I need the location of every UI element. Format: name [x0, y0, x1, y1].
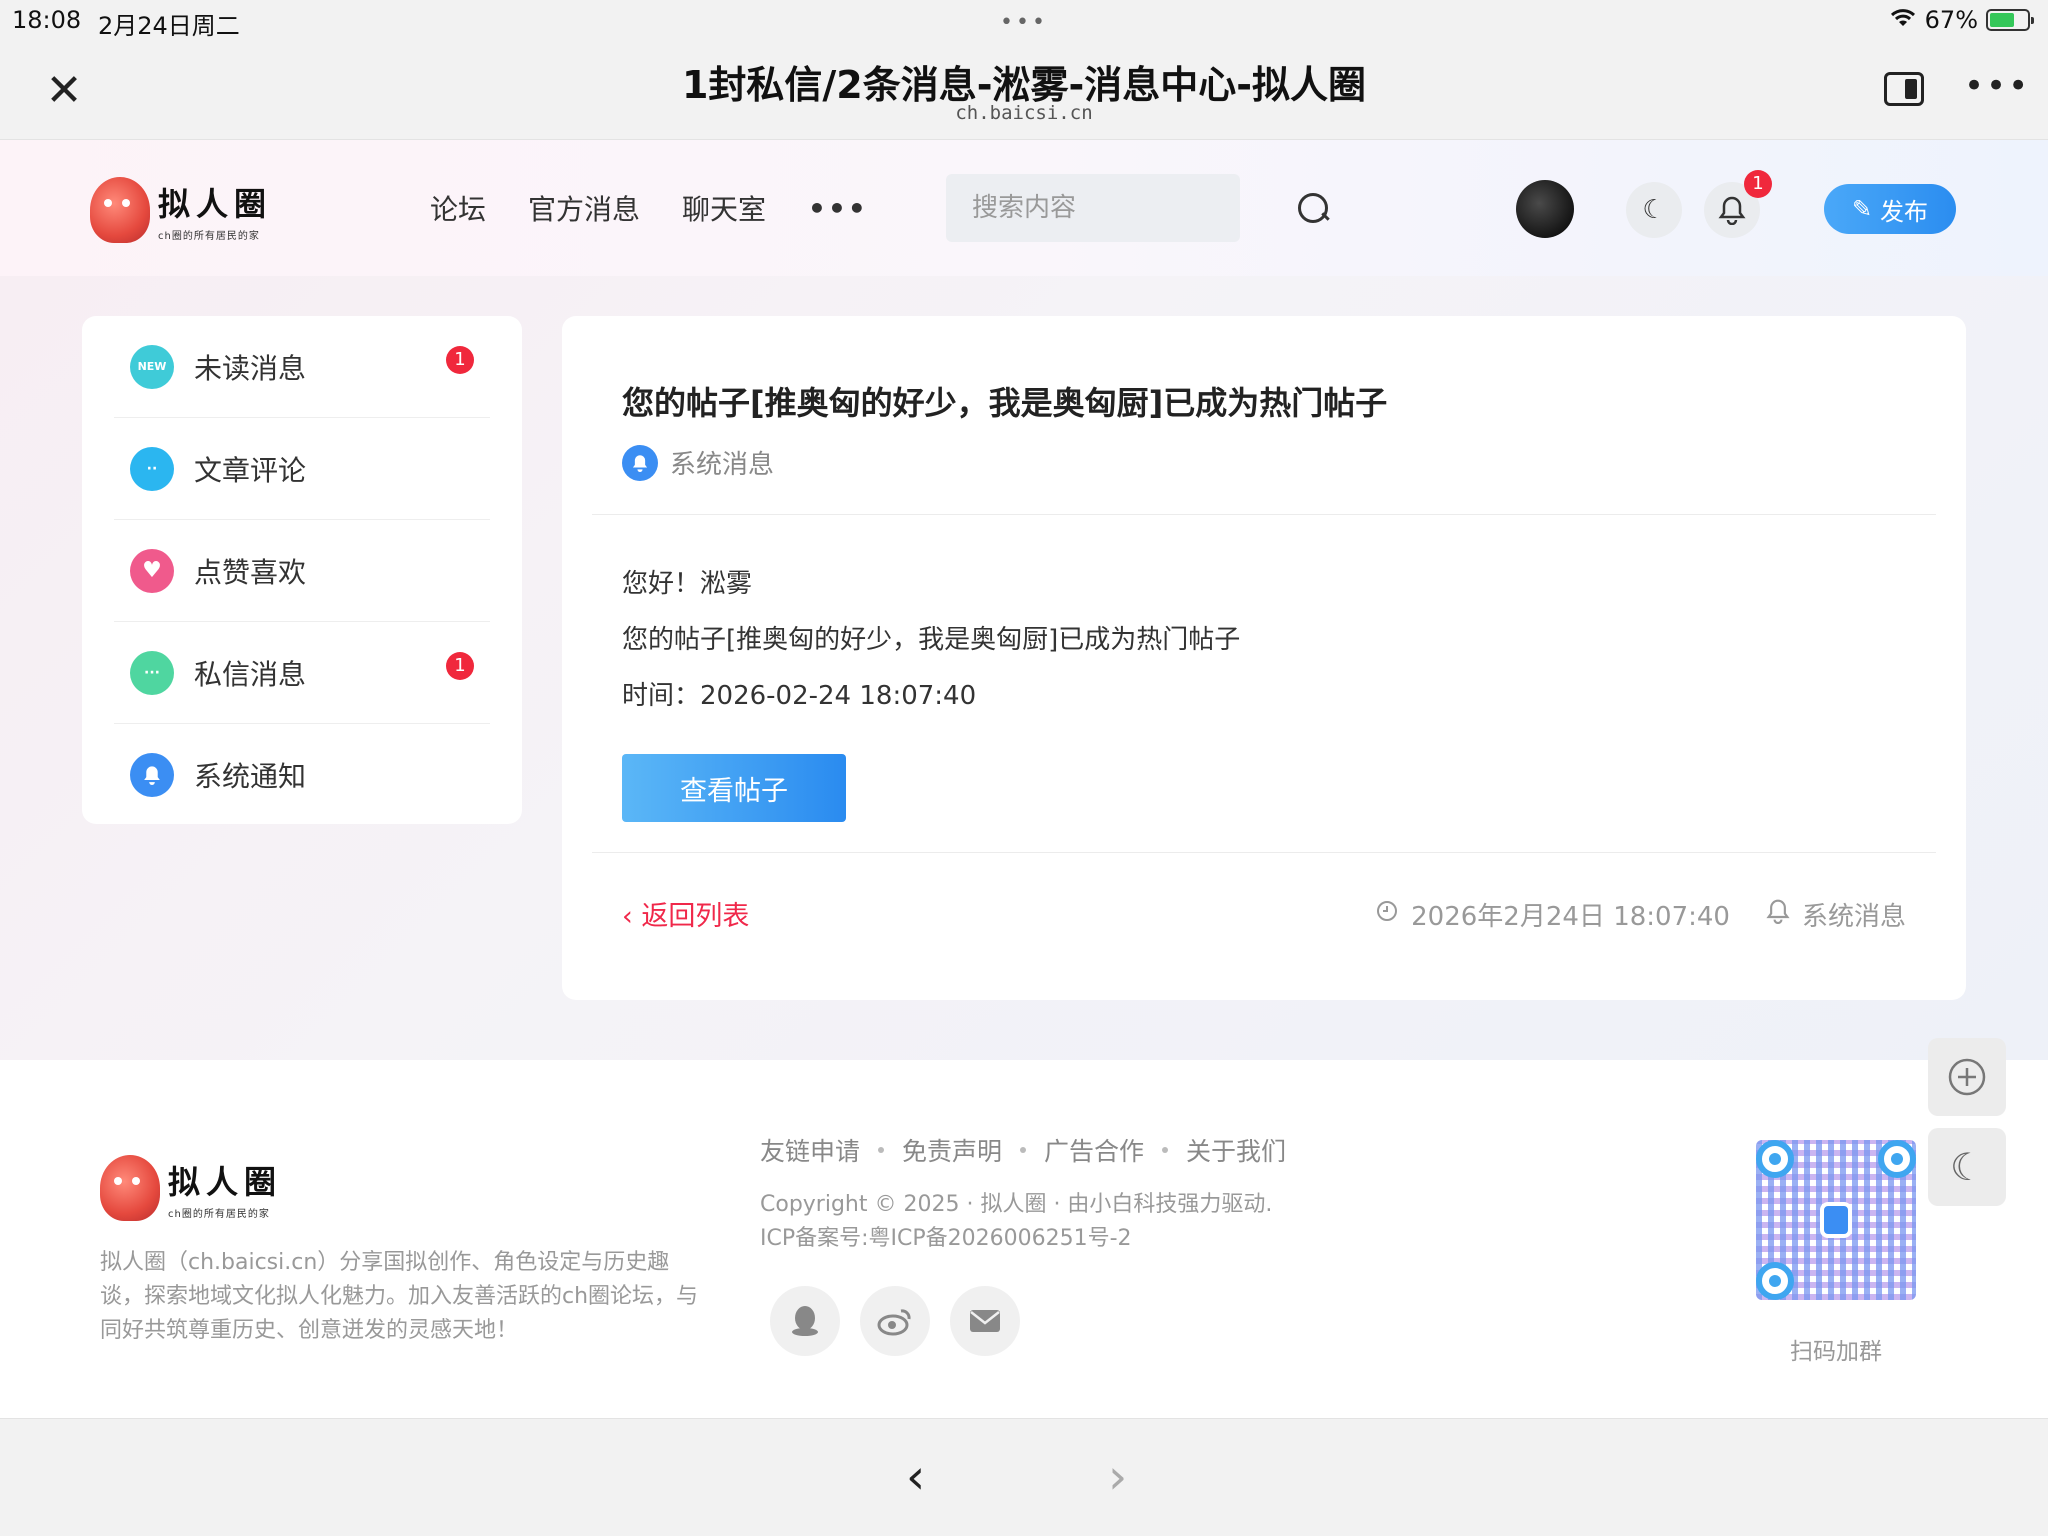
separator-dot [1020, 1147, 1027, 1153]
browser-toolbar: ✕ 1封私信/2条消息-淞雾-消息中心-拟人圈 ch.baicsi.cn ••• [0, 40, 2048, 140]
status-time: 18:08 [12, 6, 82, 34]
message-meta-type: 系统消息 [1801, 902, 1906, 932]
new-icon: NEW [130, 344, 174, 389]
status-bar: 18:08 2月24日周二 ••• 67% [0, 0, 2048, 40]
avatar[interactable] [1516, 180, 1574, 238]
search-input[interactable] [972, 193, 1296, 223]
clock-icon [1375, 899, 1399, 930]
copyright-text: Copyright © 2025 · 拟人圈 · 由小白科技强力驱动. [760, 1192, 1273, 1217]
sidebar-item-comments[interactable]: ·· 文章评论 [114, 418, 490, 520]
mascot-icon [90, 177, 150, 243]
dark-mode-icon[interactable]: ☾ [1928, 1128, 2006, 1206]
sidebar-item-label: 未读消息 [194, 351, 307, 385]
bell-icon [1766, 898, 1790, 931]
message-type-label: 系统消息 [670, 450, 775, 480]
message-title: 您的帖子[推奥匈的好少，我是奥匈厨]已成为热门帖子 [622, 384, 1388, 422]
wifi-icon [1889, 6, 1917, 34]
page-url[interactable]: ch.baicsi.cn [0, 102, 2048, 124]
message-type: 系统消息 [622, 444, 774, 481]
sidebar-item-label: 系统通知 [194, 760, 307, 793]
split-view-icon[interactable] [1884, 72, 1924, 106]
separator-dot [1162, 1147, 1169, 1153]
message-time: 时间：2026-02-24 18:07:40 [622, 681, 977, 711]
sidebar-item-label: 私信消息 [194, 657, 307, 691]
qq-icon[interactable] [770, 1286, 840, 1356]
battery-percent: 67% [1924, 6, 1978, 34]
status-indicators: 67% [1889, 6, 2034, 34]
nav-official-news[interactable]: 官方消息 [528, 188, 640, 228]
chevron-left-icon[interactable]: ‹ [906, 1449, 925, 1505]
email-icon[interactable] [950, 1286, 1020, 1356]
footer-link-disclaimer[interactable]: 免责声明 [902, 1132, 1002, 1168]
message-body: 您好！淞雾 您的帖子[推奥匈的好少，我是奥匈厨]已成为热门帖子 时间：2026-… [622, 556, 1240, 724]
footer-logo-subtitle: ch圈的所有居民的家 [168, 1208, 270, 1220]
icp-number[interactable]: ICP备案号:粤ICP备2026006251号-2 [760, 1222, 1272, 1256]
social-links [770, 1286, 1020, 1356]
site-header: 拟人圈 ch圈的所有居民的家 论坛 官方消息 聊天室 ••• ☾ 1 ✎ 发布 [0, 140, 2048, 276]
nav-forum[interactable]: 论坛 [430, 188, 486, 228]
message-greeting: 您好！淞雾 [622, 569, 753, 599]
qr-code [1756, 1140, 1916, 1300]
footer-link-about[interactable]: 关于我们 [1186, 1132, 1286, 1168]
logo-subtitle: ch圈的所有居民的家 [158, 230, 260, 242]
sidebar-item-label: 文章评论 [194, 453, 307, 487]
back-to-list-label: 返回列表 [641, 901, 750, 932]
bell-icon [622, 444, 658, 481]
bell-icon [130, 753, 174, 797]
view-post-button[interactable]: 查看帖子 [622, 754, 846, 822]
footer-logo-text: 拟人圈 [168, 1162, 283, 1201]
footer-copyright-block: Copyright © 2025 · 拟人圈 · 由小白科技强力驱动. ICP备… [760, 1188, 1272, 1256]
site-footer: 拟人圈 ch圈的所有居民的家 拟人圈（ch.baicsi.cn）分享国拟创作、角… [0, 1060, 2048, 1418]
chevron-right-icon[interactable]: › [1108, 1449, 1127, 1505]
divider [592, 852, 1936, 853]
message-meta: 2026年2月24日 18:07:40 系统消息 [1375, 896, 1906, 933]
publish-label: 发布 [1880, 197, 1929, 226]
nav-chatroom[interactable]: 聊天室 [682, 188, 766, 228]
footer-links: 友链申请 免责声明 广告合作 关于我们 [760, 1132, 1286, 1168]
separator-dot [878, 1147, 885, 1153]
message-detail-card: 您的帖子[推奥匈的好少，我是奥匈厨]已成为热门帖子 系统消息 您好！淞雾 您的帖… [562, 316, 1966, 1000]
main-nav: 论坛 官方消息 聊天室 ••• [430, 188, 868, 228]
sidebar-item-system-notices[interactable]: 系统通知 [114, 724, 490, 826]
publish-button[interactable]: ✎ 发布 [1824, 184, 1956, 234]
sidebar-item-private-messages[interactable]: ··· 私信消息 1 [114, 622, 490, 724]
weibo-icon[interactable] [860, 1286, 930, 1356]
site-logo[interactable]: 拟人圈 ch圈的所有居民的家 [90, 174, 290, 246]
page-title: 1封私信/2条消息-淞雾-消息中心-拟人圈 [681, 63, 1367, 107]
heart-icon: ♥ [130, 548, 174, 593]
mascot-icon [100, 1155, 160, 1221]
footer-description: 拟人圈（ch.baicsi.cn）分享国拟创作、角色设定与历史趣谈，探索地域文化… [100, 1250, 699, 1343]
browser-bottom-bar: ‹ › [0, 1418, 2048, 1536]
footer-link-advertising[interactable]: 广告合作 [1044, 1132, 1144, 1168]
chat-icon: ··· [130, 650, 174, 695]
more-options-icon[interactable]: ••• [1964, 66, 2030, 106]
private-message-badge: 1 [446, 652, 474, 680]
chevron-left-icon: ‹ [622, 901, 642, 932]
sidebar-item-unread[interactable]: NEW 未读消息 1 [114, 316, 490, 418]
comment-icon: ·· [130, 446, 174, 491]
notification-badge: 1 [1744, 170, 1772, 198]
unread-badge: 1 [446, 346, 474, 374]
add-circle-icon[interactable] [1928, 1038, 2006, 1116]
dark-mode-icon[interactable]: ☾ [1626, 182, 1682, 238]
message-text: 您的帖子[推奥匈的好少，我是奥匈厨]已成为热门帖子 [622, 625, 1241, 655]
footer-link-friend-links[interactable]: 友链申请 [760, 1132, 860, 1168]
message-sidebar: NEW 未读消息 1 ·· 文章评论 ♥ 点赞喜欢 ··· 私信消息 1 系统通… [82, 316, 522, 824]
battery-icon [1986, 9, 2034, 31]
logo-text: 拟人圈 [158, 184, 273, 223]
status-date: 2月24日周二 [98, 12, 240, 40]
sidebar-item-likes[interactable]: ♥ 点赞喜欢 [114, 520, 490, 622]
footer-logo[interactable]: 拟人圈 ch圈的所有居民的家 [100, 1148, 320, 1228]
back-to-list-link[interactable]: ‹ 返回列表 [622, 894, 749, 933]
qr-label: 扫码加群 [1790, 1339, 1882, 1365]
pencil-icon: ✎ [1851, 195, 1873, 223]
divider [592, 514, 1936, 515]
message-meta-time: 2026年2月24日 18:07:40 [1411, 902, 1730, 932]
search-box [946, 174, 1328, 242]
sidebar-item-label: 点赞喜欢 [194, 555, 307, 589]
nav-more-icon[interactable]: ••• [808, 192, 868, 225]
multitasking-dots-icon[interactable]: ••• [1000, 10, 1048, 35]
